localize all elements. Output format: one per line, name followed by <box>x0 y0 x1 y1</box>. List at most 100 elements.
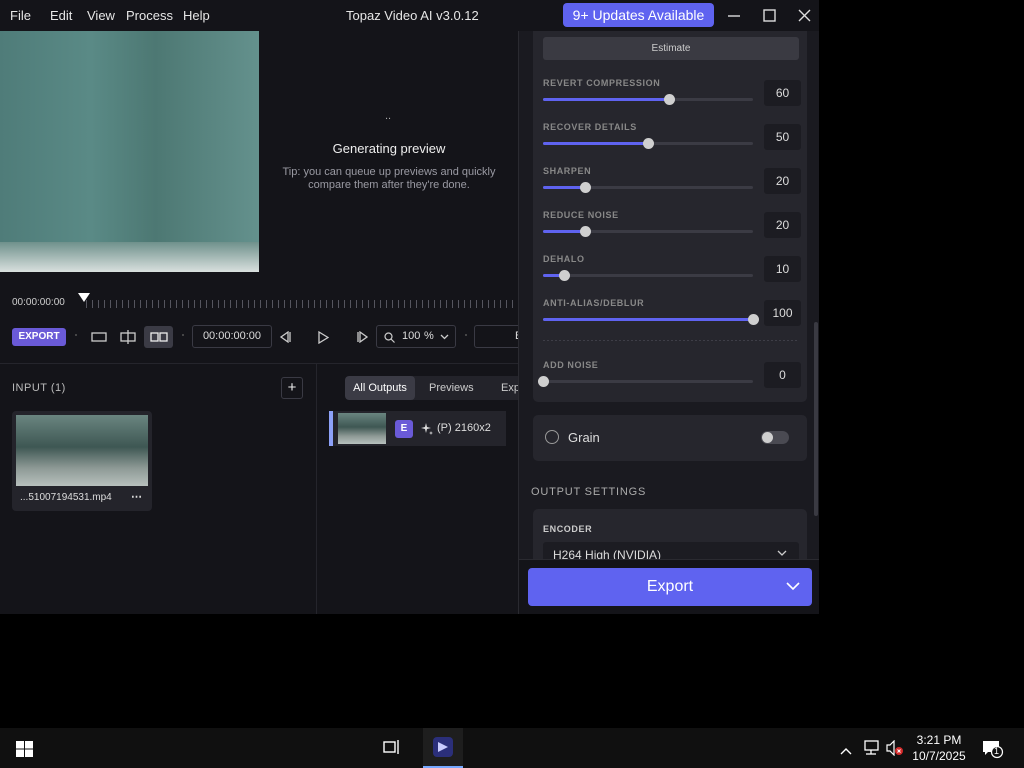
divider <box>543 340 797 341</box>
selection-indicator <box>329 411 333 446</box>
slider-handle[interactable] <box>643 138 654 149</box>
slider-value-field[interactable]: 20 <box>764 168 801 194</box>
export-button[interactable]: Export <box>528 568 812 606</box>
slider-value-field[interactable]: 10 <box>764 256 801 282</box>
slider-handle[interactable] <box>538 376 549 387</box>
side-by-side-icon <box>149 332 168 342</box>
timeline-ruler[interactable] <box>86 300 518 308</box>
output-tabs: All Outputs Previews Export <box>345 376 530 400</box>
minimize-button[interactable] <box>717 0 751 31</box>
slider-value-field[interactable]: 60 <box>764 80 801 106</box>
topaz-app-icon <box>433 737 453 757</box>
slider-fill <box>543 142 648 145</box>
next-frame-icon <box>357 331 369 343</box>
slider-track[interactable] <box>543 314 759 325</box>
menu-process[interactable]: Process <box>126 8 173 23</box>
notification-count: 1 <box>994 746 1000 756</box>
single-view-button[interactable] <box>86 326 112 348</box>
menu-view[interactable]: View <box>87 8 115 23</box>
notification-icon <box>983 741 1004 759</box>
slider-handle[interactable] <box>748 314 759 325</box>
slider-track[interactable] <box>543 138 753 149</box>
grain-radio[interactable] <box>545 430 559 444</box>
side-by-side-view-button[interactable] <box>144 326 173 348</box>
slider-value-field[interactable]: 0 <box>764 362 801 388</box>
system-clock[interactable]: 3:21 PM 10/7/2025 <box>906 732 972 764</box>
network-button[interactable] <box>862 740 880 761</box>
windows-logo-icon <box>16 741 33 757</box>
slider-track[interactable] <box>543 270 753 281</box>
output-list-item[interactable]: E (P) 2160x2 <box>329 411 506 446</box>
next-frame-button[interactable] <box>354 326 372 348</box>
slider-fill <box>543 318 753 321</box>
separator <box>75 334 77 336</box>
slider-track[interactable] <box>543 226 753 237</box>
slider-handle[interactable] <box>580 182 591 193</box>
single-view-icon <box>91 332 107 342</box>
settings-scrollbar[interactable] <box>814 322 818 516</box>
output-settings-title: OUTPUT SETTINGS <box>531 486 647 498</box>
separator <box>465 334 467 336</box>
app-window: File Edit View Process Help Topaz Video … <box>0 0 819 614</box>
show-hidden-icons-button[interactable] <box>840 742 852 760</box>
previous-frame-button[interactable] <box>276 326 294 348</box>
input-video-card[interactable]: ...51007194531.mp4 ⋯ <box>12 411 152 511</box>
grain-label: Grain <box>568 430 600 445</box>
slider-label: DEHALO <box>543 254 585 264</box>
play-button[interactable] <box>314 326 332 348</box>
taskbar-app-topaz[interactable] <box>423 728 463 768</box>
notifications-button[interactable]: 1 <box>982 739 1004 764</box>
add-input-button[interactable]: + <box>281 377 303 399</box>
slider-handle[interactable] <box>559 270 570 281</box>
export-button-label: Export <box>646 578 694 595</box>
more-options-button[interactable]: ⋯ <box>131 490 142 503</box>
estimate-button[interactable]: Estimate <box>543 37 799 60</box>
split-view-button[interactable] <box>115 326 141 348</box>
tab-previews[interactable]: Previews <box>429 376 474 400</box>
divider <box>0 363 518 364</box>
timecode-field[interactable]: 00:00:00:00 <box>192 325 272 348</box>
zoom-select[interactable]: 100 % <box>376 325 456 348</box>
zoom-icon <box>384 332 395 343</box>
loading-dots: .. <box>385 110 392 122</box>
volume-button[interactable] <box>886 739 904 761</box>
chevron-down-icon[interactable] <box>786 582 800 591</box>
zoom-unit: % <box>424 330 434 342</box>
play-icon <box>318 330 329 344</box>
maximize-button[interactable] <box>752 0 786 31</box>
generating-preview-title: Generating preview <box>332 141 446 156</box>
slider-value-field[interactable]: 100 <box>764 300 801 326</box>
menu-help[interactable]: Help <box>183 8 210 23</box>
export-badge: E <box>395 420 413 438</box>
slider-handle[interactable] <box>664 94 675 105</box>
input-file-name: ...51007194531.mp4 <box>20 492 112 503</box>
chevron-down-icon <box>440 334 449 340</box>
slider-fill <box>543 230 585 233</box>
window-title: Topaz Video AI v3.0.12 <box>346 8 479 23</box>
slider-label: ADD NOISE <box>543 360 599 370</box>
menu-file[interactable]: File <box>10 8 31 23</box>
slider-value-field[interactable]: 20 <box>764 212 801 238</box>
slider-label: ANTI-ALIAS/DEBLUR <box>543 298 645 308</box>
minimize-icon <box>728 14 740 17</box>
enhancement-card: Estimate REVERT COMPRESSION 60 RECOVER DET… <box>533 31 807 402</box>
slider-track[interactable] <box>538 376 753 387</box>
chevron-down-icon <box>777 550 787 556</box>
tab-all-outputs[interactable]: All Outputs <box>345 376 415 400</box>
export-footer: Export <box>519 559 819 614</box>
grain-toggle[interactable] <box>761 431 789 444</box>
slider-track[interactable] <box>543 182 753 193</box>
updates-button[interactable]: 9+ Updates Available <box>563 3 714 27</box>
slider-handle[interactable] <box>580 226 591 237</box>
start-button[interactable] <box>16 741 33 762</box>
split-view-icon <box>120 330 136 344</box>
export-mode-tag[interactable]: EXPORT <box>12 328 66 346</box>
slider-value-field[interactable]: 50 <box>764 124 801 150</box>
close-button[interactable] <box>787 0 819 31</box>
volume-muted-icon <box>886 739 903 757</box>
slider-track[interactable] <box>543 94 753 105</box>
task-view-button[interactable] <box>383 739 401 760</box>
output-resolution: (P) 2160x2 <box>437 422 491 434</box>
previous-frame-icon <box>279 331 291 343</box>
menu-edit[interactable]: Edit <box>50 8 72 23</box>
